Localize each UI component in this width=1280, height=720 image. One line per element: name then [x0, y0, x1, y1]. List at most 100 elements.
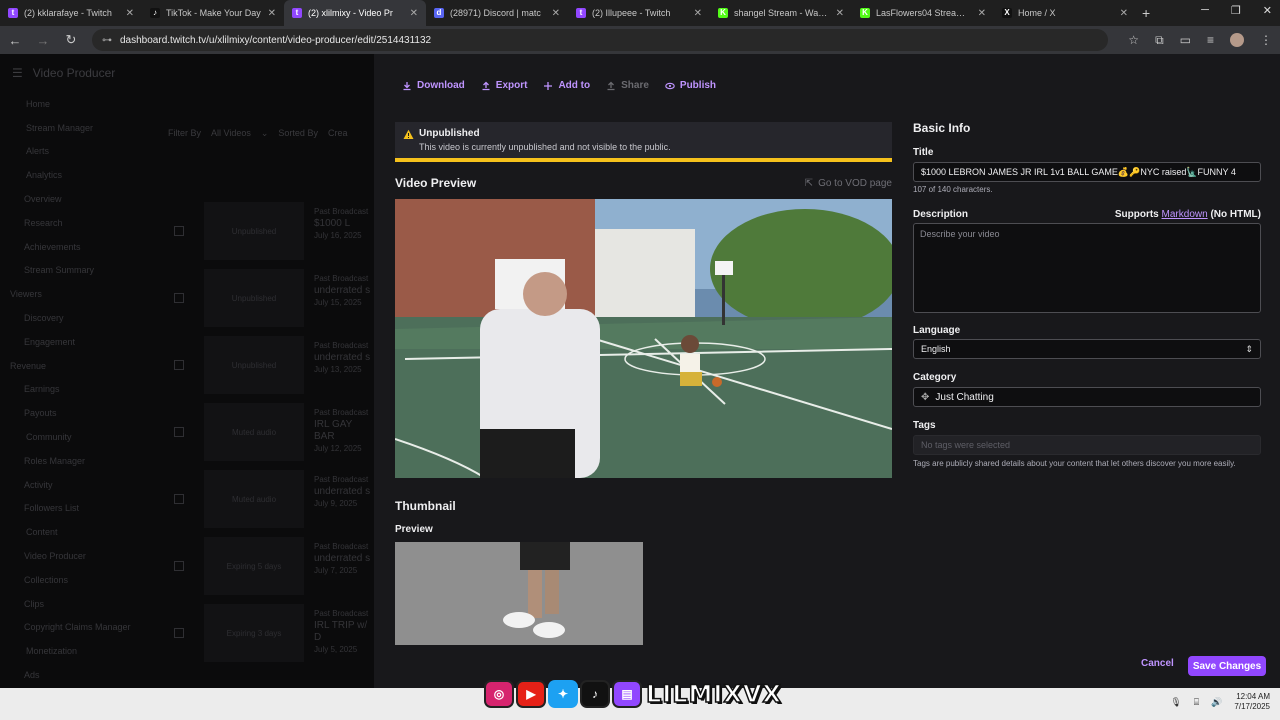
dashboard-video-row: Expiring 3 days Past Broadcast IRL TRIP w/…	[174, 604, 374, 664]
tab-favicon-icon: d	[434, 8, 444, 18]
row-meta: Past Broadcast underrated s July 9, 2025	[314, 475, 371, 508]
new-tab-icon[interactable]: +	[1142, 5, 1150, 21]
minimize-icon[interactable]: ─	[1201, 4, 1209, 17]
tab-title: (28971) Discord | matc	[450, 8, 541, 18]
dashboard-video-row: Expiring 5 days Past Broadcast underrated …	[174, 537, 374, 597]
twitch-icon: ▤	[612, 680, 642, 708]
bookmark-star-icon[interactable]: ☆	[1128, 33, 1139, 47]
plus-icon	[544, 81, 553, 90]
title-char-count: 107 of 140 characters.	[913, 185, 993, 194]
maximize-icon[interactable]: ❐	[1231, 4, 1241, 17]
basic-info-heading: Basic Info	[913, 121, 971, 135]
dashboard-nav-item: Ads	[24, 670, 40, 681]
tab-close-icon[interactable]: ✕	[552, 8, 560, 19]
row-checkbox	[174, 360, 184, 370]
dashboard-nav-item: Achievements	[24, 241, 81, 252]
dashboard-video-row: Unpublished Past Broadcast underrated s Jul…	[174, 336, 374, 396]
description-textarea[interactable]: Describe your video	[913, 223, 1261, 313]
dashboard-nav-item: Copyright Claims Manager	[24, 622, 131, 633]
tab-close-icon[interactable]: ✕	[694, 8, 702, 19]
instagram-icon: ◎	[484, 680, 514, 708]
export-button[interactable]: Export	[481, 80, 527, 91]
unpublished-warning: Unpublished This video is currently unpu…	[395, 122, 892, 162]
back-icon[interactable]: ←	[8, 33, 22, 48]
volume-icon[interactable]: 🔊	[1211, 697, 1222, 708]
dashboard-nav-item: Roles Manager	[24, 455, 86, 466]
tab-favicon-icon: t	[576, 8, 586, 18]
browser-tab[interactable]: K LasFlowers04 Stream - Wa ✕	[852, 0, 994, 26]
menu-icon[interactable]: ⋮	[1260, 33, 1272, 47]
share-button[interactable]: Share	[606, 80, 649, 91]
cast-icon[interactable]: ▭	[1180, 33, 1191, 47]
tags-input[interactable]: No tags were selected	[913, 435, 1261, 455]
tab-close-icon[interactable]: ✕	[1120, 8, 1128, 19]
row-thumbnail: Unpublished	[204, 202, 304, 260]
row-thumbnail: Unpublished	[204, 269, 304, 327]
tab-close-icon[interactable]: ✕	[410, 8, 418, 19]
language-value: English	[921, 344, 951, 354]
language-select[interactable]: English ⇕	[913, 339, 1261, 359]
video-preview-heading: Video Preview	[395, 176, 477, 190]
forward-icon[interactable]: →	[36, 33, 50, 48]
browser-tab[interactable]: t (2) Illupeee - Twitch ✕	[568, 0, 710, 26]
browser-tab[interactable]: Kshangel Stream - Watch L ✕	[710, 0, 852, 26]
window-controls: ─ ❐ ✕	[1201, 4, 1272, 17]
download-button[interactable]: Download	[402, 80, 465, 91]
markdown-support-note: Supports Markdown (No HTML)	[1114, 209, 1261, 220]
address-bar: ← → ↻ ⊶ dashboard.twitch.tv/u/xlilmixy/c…	[0, 26, 1280, 54]
dashboard-nav-item: Activity	[24, 479, 53, 490]
warning-title: Unpublished	[419, 128, 480, 139]
thumbnail-frame-image	[395, 542, 643, 645]
row-thumbnail: Expiring 3 days	[204, 604, 304, 662]
tab-favicon-icon: ♪	[150, 8, 160, 18]
cancel-button[interactable]: Cancel	[1141, 658, 1174, 669]
tags-label: Tags	[913, 420, 936, 431]
system-clock[interactable]: 12:04 AM 7/17/2025	[1234, 692, 1270, 712]
thumbnail-image[interactable]	[395, 542, 643, 645]
browser-tab[interactable]: t (2) xlilmixy - Video Pr ✕	[284, 0, 426, 26]
tab-title: shangel Stream - Watch L	[734, 8, 830, 18]
site-info-icon[interactable]: ⊶	[102, 35, 112, 46]
dashboard-nav-item: Discovery	[24, 313, 64, 324]
add-to-button[interactable]: Add to	[543, 80, 590, 91]
tab-close-icon[interactable]: ✕	[268, 8, 276, 19]
markdown-link[interactable]: Markdown	[1162, 209, 1208, 220]
dashboard-nav-item: Video Producer	[24, 551, 86, 562]
save-changes-button[interactable]: Save Changes	[1188, 656, 1266, 676]
tab-favicon-icon: t	[8, 8, 18, 18]
dashboard-nav-item: Research	[24, 217, 63, 228]
title-input[interactable]: $1000 LEBRON JAMES JR IRL 1v1 BALL GAME💰…	[913, 162, 1261, 182]
dashboard-nav-item: Viewers	[10, 289, 42, 300]
extensions-icon[interactable]: ⧉	[1155, 33, 1164, 48]
title-value: $1000 LEBRON JAMES JR IRL 1v1 BALL GAME💰…	[921, 166, 1236, 177]
url-input[interactable]: ⊶ dashboard.twitch.tv/u/xlilmixy/content…	[92, 29, 1109, 51]
row-checkbox	[174, 561, 184, 571]
tab-favicon-icon: t	[292, 8, 302, 18]
publish-button[interactable]: Publish	[665, 80, 716, 91]
profile-avatar[interactable]	[1230, 33, 1244, 47]
tab-favicon-icon: K	[718, 8, 728, 18]
dashboard-video-row: Unpublished Past Broadcast $1000 L July 16,…	[174, 202, 374, 262]
go-to-vod-link[interactable]: ⇱ Go to VOD page	[805, 178, 892, 189]
browser-tab[interactable]: d (28971) Discord | matc ✕	[426, 0, 568, 26]
tab-close-icon[interactable]: ✕	[978, 8, 986, 19]
tab-close-icon[interactable]: ✕	[126, 8, 134, 19]
network-icon[interactable]: ⌸	[1194, 697, 1199, 708]
share-icon	[607, 81, 615, 90]
category-input[interactable]: ✥ Just Chatting	[913, 387, 1261, 407]
dashboard-nav-item: Stream Summary	[24, 265, 95, 276]
tags-help-text: Tags are publicly shared details about y…	[913, 459, 1236, 468]
video-preview-player[interactable]	[395, 199, 892, 478]
mic-icon[interactable]: 🎙	[1170, 697, 1181, 708]
reload-icon[interactable]: ↻	[64, 32, 78, 48]
dashboard-video-row: Muted audio Past Broadcast IRL GAY BAR July…	[174, 403, 374, 463]
download-icon	[403, 81, 411, 90]
browser-tab[interactable]: ♪ TikTok - Make Your Day ✕	[142, 0, 284, 26]
tab-close-icon[interactable]: ✕	[836, 8, 844, 19]
select-arrows-icon: ⇕	[1245, 343, 1253, 354]
external-link-icon: ⇱	[804, 178, 814, 189]
close-window-icon[interactable]: ✕	[1263, 4, 1272, 17]
browser-tab[interactable]: X Home / X ✕	[994, 0, 1136, 26]
reading-list-icon[interactable]: ≡	[1207, 33, 1214, 47]
browser-tab[interactable]: t (2) kklarafaye - Twitch ✕	[0, 0, 142, 26]
